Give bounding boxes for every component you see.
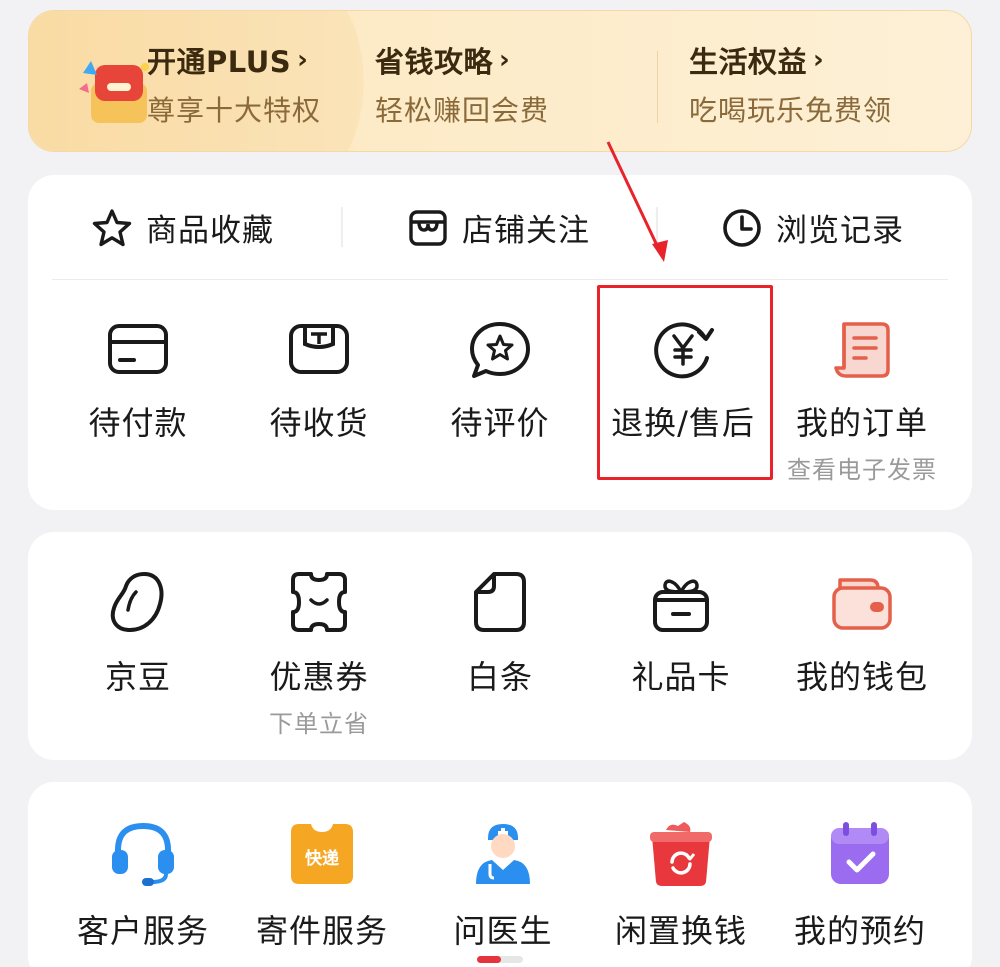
recycle-icon [650,822,712,886]
express-icon: 快递 [291,824,353,884]
coupon-icon [291,572,347,632]
divider [657,51,658,123]
express-badge: 快递 [305,848,339,869]
divider [341,207,343,247]
my-orders-button[interactable]: 我的订单 查看电子发票 [772,320,952,485]
review-icon [470,322,530,378]
baitiao-icon [474,572,526,632]
doctor-icon [476,824,530,884]
coupons-sublabel: 下单立省 [269,710,369,738]
view-invoice-label[interactable]: 查看电子发票 [772,450,952,485]
plus-open-title: 开通PLUS [147,45,292,79]
my-wallet-label: 我的钱包 [795,658,928,696]
pending-review-button[interactable]: 待评价 [410,320,590,444]
chevron-right-icon: › [813,45,825,75]
order-list-icon [834,322,890,378]
idle-exchange-button[interactable]: 闲置换钱 [591,818,771,952]
wallet-icon [832,578,892,630]
jd-beans-label: 京豆 [104,658,171,696]
idle-exchange-label: 闲置换钱 [614,912,747,950]
highlight-box [597,285,773,480]
card-icon [108,324,168,374]
pending-payment-button[interactable]: 待付款 [48,320,228,444]
bean-icon [110,572,164,632]
arrow-pointer-icon [606,141,668,262]
express-service-button[interactable]: 快递 寄件服务 [232,818,412,952]
money-saving-item[interactable]: 省钱攻略 › 轻松赚回会费 [375,39,549,129]
page-indicator-active [477,956,501,963]
my-wallet-button[interactable]: 我的钱包 [772,570,952,698]
calendar-check-icon [831,822,889,884]
my-orders-label: 我的订单 [795,404,928,442]
express-service-label: 寄件服务 [255,912,388,950]
clock-icon [723,208,761,247]
plus-open-subtitle: 尊享十大特权 [147,94,322,127]
baitiao-button[interactable]: 白条 [410,570,590,698]
package-icon [289,324,349,374]
customer-service-label: 客户服务 [76,912,209,950]
page-indicator [477,956,523,963]
chevron-right-icon: › [499,45,511,75]
plus-gift-icon [79,61,149,123]
pending-delivery-button[interactable]: 待收货 [229,320,409,444]
life-benefits-title: 生活权益 [689,45,808,79]
plus-banner: 开通PLUS › 尊享十大特权 省钱攻略 › 轻松赚回会费 生活权益 › 吃喝玩乐免费… [28,10,972,152]
gift-card-button[interactable]: 礼品卡 [591,570,771,698]
orders-card: 商品收藏 店铺关注 浏览记录 待付款 待收货 待评价 退换/售后 我的订单 查看… [28,175,972,510]
gift-card-label: 礼品卡 [631,658,731,696]
favorites-label: 商品收藏 [146,213,274,249]
gift-card-icon [653,579,709,632]
plus-open-item[interactable]: 开通PLUS › 尊享十大特权 [147,39,321,129]
star-icon [92,208,132,246]
followed-shops-link[interactable]: 店铺关注 [406,205,590,250]
life-benefits-subtitle: 吃喝玩乐免费领 [689,94,893,127]
customer-service-button[interactable]: 客户服务 [53,818,233,952]
money-saving-title: 省钱攻略 [375,45,494,79]
headset-icon [112,822,174,886]
ask-doctor-label: 问医生 [453,912,553,950]
jd-beans-button[interactable]: 京豆 [48,570,228,698]
shop-icon [409,209,447,246]
my-appointments-button[interactable]: 我的预约 [770,818,950,952]
services-card: 客户服务 快递 寄件服务 问医生 闲置换钱 我的预约 [28,782,972,967]
followed-shops-label: 店铺关注 [462,213,590,249]
pending-review-label: 待评价 [450,404,550,442]
history-label: 浏览记录 [776,213,904,249]
assets-card: 京豆 优惠券 下单立省 白条 礼品卡 我的钱包 [28,532,972,760]
coupons-label: 优惠券 [269,658,369,696]
ask-doctor-button[interactable]: 问医生 [413,818,593,952]
coupons-button[interactable]: 优惠券 下单立省 [229,570,409,739]
divider [52,279,948,280]
life-benefits-item[interactable]: 生活权益 › 吃喝玩乐免费领 [689,39,892,129]
chevron-right-icon: › [297,45,309,75]
baitiao-label: 白条 [466,658,533,696]
favorites-link[interactable]: 商品收藏 [90,205,274,250]
my-appointments-label: 我的预约 [793,912,926,950]
pending-payment-label: 待付款 [88,404,188,442]
history-link[interactable]: 浏览记录 [720,205,904,250]
pending-delivery-label: 待收货 [269,404,369,442]
money-saving-subtitle: 轻松赚回会费 [375,94,550,127]
